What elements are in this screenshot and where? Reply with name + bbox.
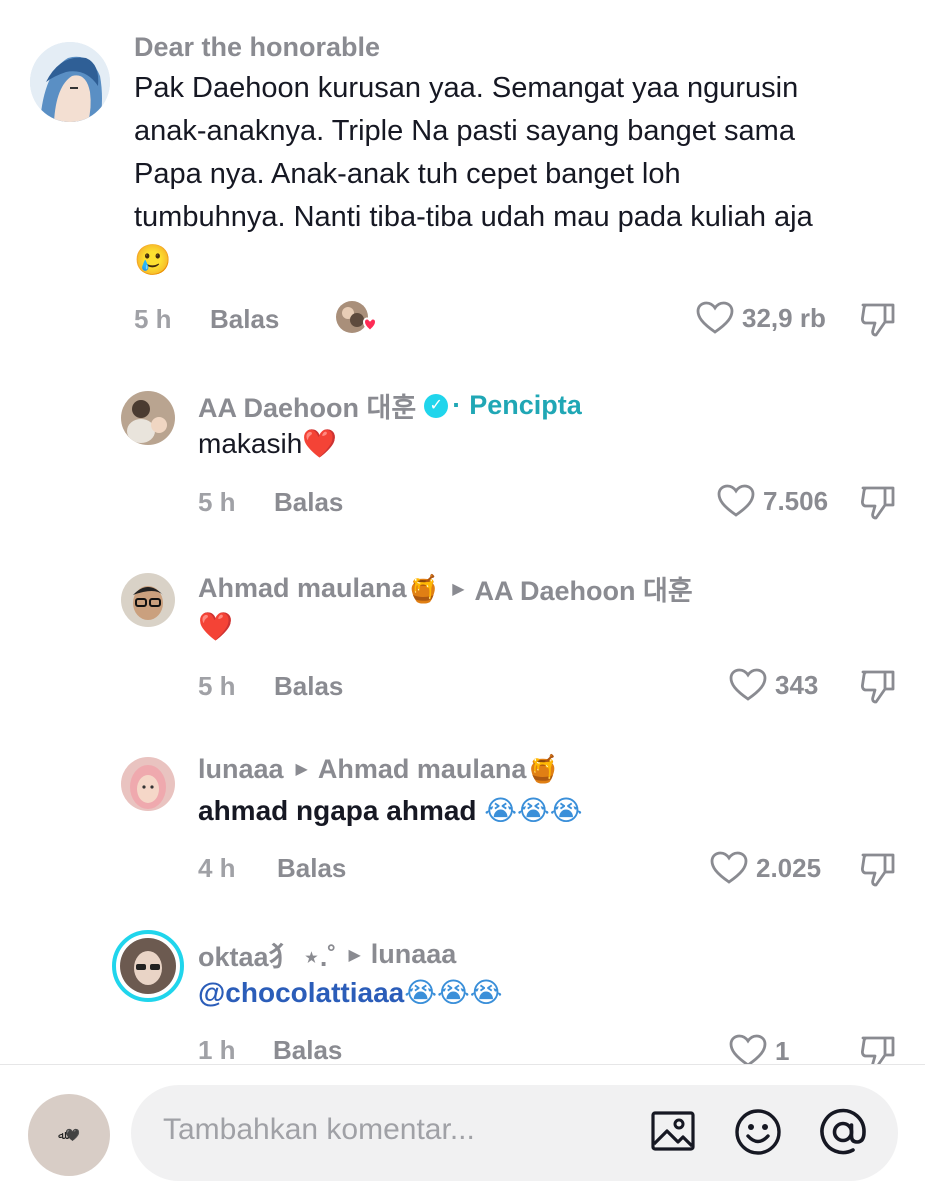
avatar-art — [30, 42, 110, 122]
username-text: AA Daehoon 대훈 — [198, 393, 417, 423]
avatar-oktaa[interactable] — [112, 930, 184, 1002]
my-avatar[interactable]: ﷲ🖤 — [28, 1094, 110, 1176]
comment-time: 5 h — [134, 304, 172, 334]
reply-username[interactable]: oktaa⺨ ⋆.˚ ▶ lunaaa — [198, 935, 456, 974]
heart-outline-icon — [729, 668, 767, 701]
comment-input-placeholder[interactable]: Tambahkan komentar... — [163, 1113, 475, 1147]
username-text: lunaaa — [198, 753, 284, 784]
reply-time: 5 h — [198, 487, 236, 517]
reply-button[interactable]: Balas — [274, 487, 343, 518]
reply-to-emoji: 🍯 — [526, 754, 561, 785]
reply-to-username[interactable]: AA Daehoon 대훈 — [475, 569, 693, 608]
like-button[interactable]: 343 — [729, 668, 818, 702]
reply-button[interactable]: Balas — [210, 304, 279, 335]
comment-line: anak-anaknya. Triple Na pasti sayang ban… — [134, 115, 795, 147]
thumbs-down-icon — [861, 486, 895, 520]
comment-line: tumbuhnya. Nanti tiba-tiba udah mau pada… — [134, 201, 813, 233]
comment-emoji: 🥲 — [134, 243, 172, 278]
mention-button[interactable] — [817, 1107, 869, 1162]
avatar-art — [120, 938, 176, 994]
heart-emoji: ❤️ — [198, 610, 233, 643]
like-count: 32,9 rb — [742, 302, 826, 333]
dislike-button[interactable] — [859, 667, 897, 710]
like-count: 1 — [775, 1035, 790, 1066]
reply-username[interactable]: AA Daehoon 대훈 ✓ · Pencipta — [198, 386, 582, 425]
mention-link[interactable]: @chocolattiaaa — [198, 977, 404, 1008]
verified-badge-icon: ✓ — [424, 393, 449, 418]
reply-button[interactable]: Balas — [273, 1035, 342, 1066]
avatar-aa-daehoon[interactable] — [121, 391, 175, 445]
reply-text: makasih❤️ — [198, 427, 337, 460]
like-button[interactable]: 32,9 rb — [696, 301, 826, 335]
comment-text: Pak Daehoon kurusan yaa. Semangat yaa ng… — [134, 67, 904, 283]
username-text: Dear the honorable — [134, 32, 381, 62]
creator-label: Pencipta — [469, 390, 582, 420]
avatar-dear-the-honorable[interactable] — [30, 42, 110, 122]
reply-username[interactable]: Ahmad maulana 🍯 ▶ AA Daehoon 대훈 — [198, 569, 693, 608]
avatar-art — [121, 757, 175, 811]
image-icon — [651, 1111, 695, 1151]
image-button[interactable] — [650, 1108, 696, 1159]
reply-button[interactable]: Balas — [274, 671, 343, 702]
dislike-button[interactable] — [859, 483, 897, 526]
username-text: Ahmad maulana — [198, 573, 407, 603]
avatar-lunaaa[interactable] — [121, 757, 175, 811]
separator: · — [452, 390, 462, 420]
heart-emoji: ❤️ — [302, 427, 338, 460]
reply-text: ahmad ngapa ahmad 😭😭😭 — [198, 794, 582, 827]
creator-liked-avatar — [334, 300, 378, 336]
crying-emoji: 😭😭😭 — [404, 976, 503, 1009]
like-button[interactable]: 7.506 — [717, 484, 828, 518]
reply-to-arrow-icon: ▶ — [452, 580, 465, 598]
mention-icon — [820, 1108, 866, 1155]
reply-to-username[interactable]: Ahmad maulana — [318, 754, 527, 785]
dislike-button[interactable] — [859, 300, 897, 343]
like-count: 2.025 — [756, 852, 822, 883]
reply-to-arrow-icon: ▶ — [295, 761, 308, 778]
dislike-button[interactable] — [859, 850, 897, 893]
reply-time: 4 h — [198, 853, 236, 883]
like-count: 7.506 — [763, 485, 829, 516]
avatar-text: ﷲ🖤 — [58, 1128, 80, 1142]
avatar-art — [121, 391, 175, 445]
heart-outline-icon — [729, 1034, 767, 1067]
username-emoji: 🍯 — [406, 573, 441, 605]
heart-outline-icon — [710, 851, 748, 884]
creator-liked-icon — [336, 301, 378, 333]
comment-line: Pak Daehoon kurusan yaa. Semangat yaa ng… — [134, 72, 799, 104]
crying-emoji: 😭😭😭 — [484, 794, 583, 827]
avatar-ahmad-maulana[interactable] — [121, 573, 175, 627]
emoji-button[interactable] — [733, 1107, 783, 1162]
like-button[interactable]: 2.025 — [710, 851, 821, 885]
like-button[interactable]: 1 — [729, 1034, 789, 1068]
reply-text: @chocolattiaaa 😭😭😭 — [198, 976, 502, 1009]
like-count: 343 — [775, 669, 819, 700]
thumbs-down-icon — [861, 670, 895, 704]
emoji-icon — [735, 1109, 781, 1155]
thumbs-down-icon — [861, 303, 895, 337]
heart-outline-icon — [717, 484, 755, 517]
reply-username[interactable]: lunaaa ▶ Ahmad maulana 🍯 — [198, 753, 561, 786]
reply-text-body: makasih — [198, 428, 303, 459]
reply-to-username[interactable]: lunaaa — [371, 939, 457, 970]
reply-time: 1 h — [198, 1035, 236, 1065]
username-text: oktaa⺨ ⋆.˚ — [198, 942, 337, 972]
thumbs-down-icon — [861, 853, 895, 887]
avatar-art — [121, 573, 175, 627]
reply-text: ❤️ — [198, 610, 233, 643]
reply-time: 5 h — [198, 671, 236, 701]
comment-line: Papa nya. Anak-anak tuh cepet banget loh — [134, 158, 681, 190]
heart-outline-icon — [696, 301, 734, 334]
reply-button[interactable]: Balas — [277, 853, 346, 884]
reply-to-arrow-icon: ▶ — [348, 946, 361, 964]
comment-username[interactable]: Dear the honorable — [134, 32, 380, 63]
reply-text-body: ahmad ngapa ahmad — [198, 795, 485, 826]
